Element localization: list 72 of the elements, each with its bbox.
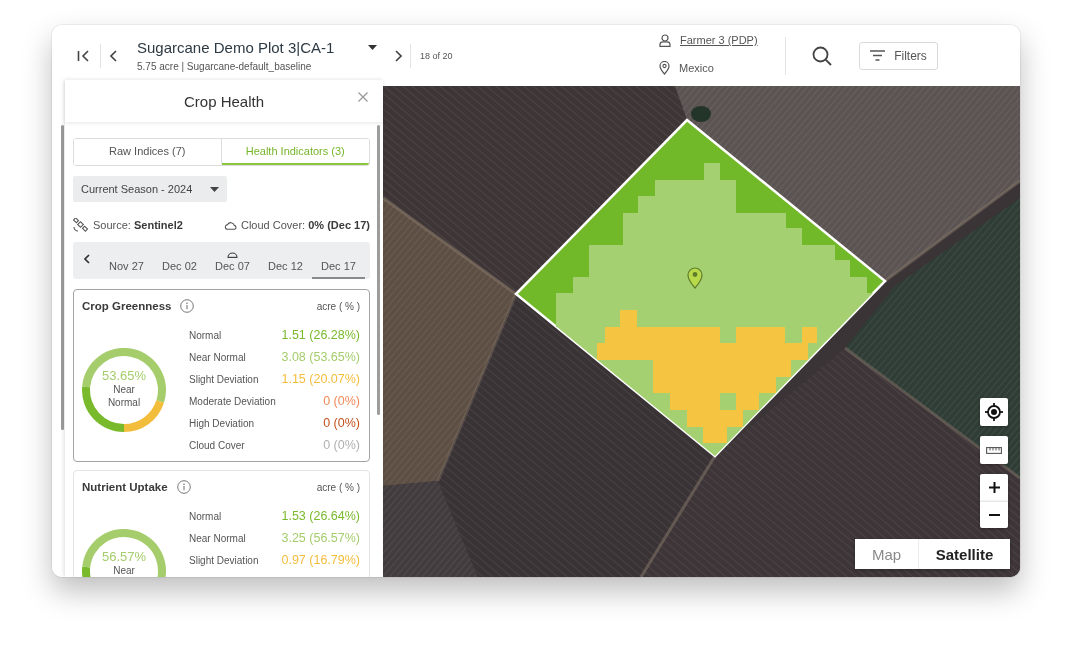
date-tab[interactable]: Nov 27 xyxy=(100,242,153,279)
chevron-right-icon[interactable] xyxy=(395,49,402,62)
tab[interactable]: Raw Indices (7) xyxy=(74,139,222,165)
person-icon xyxy=(659,33,671,47)
plus-icon xyxy=(988,482,1000,493)
category-label: Near Normal xyxy=(189,351,246,363)
category-label: Normal xyxy=(189,510,222,522)
close-icon[interactable] xyxy=(358,92,368,102)
category-label: Slight Deviation xyxy=(189,554,259,566)
date-tab[interactable]: Dec 12 xyxy=(259,242,312,279)
category-value: 1.15 (20.07%) xyxy=(281,372,360,386)
satellite-icon xyxy=(73,218,89,232)
category-value: 0 (0%) xyxy=(323,438,360,452)
chevron-left-icon[interactable] xyxy=(110,49,117,62)
donut-center-label: Near Normal xyxy=(106,383,142,409)
source-text: Source: Sentinel2 xyxy=(93,219,183,231)
caret-icon xyxy=(210,186,219,192)
category-value: 3.08 (53.65%) xyxy=(281,350,360,364)
category-value: 0.97 (16.79%) xyxy=(281,553,360,567)
category-label: Normal xyxy=(189,329,222,341)
category-label: Moderate Deviation xyxy=(189,395,276,407)
date-tab[interactable]: Dec 02 xyxy=(153,242,206,279)
farmer-link[interactable]: Farmer 3 (PDP) xyxy=(680,34,758,46)
unit-label: acre ( % ) xyxy=(316,300,360,312)
cloud-icon xyxy=(227,251,238,258)
category-value: 1.53 (26.64%) xyxy=(281,509,360,523)
donut-center-value: 56.57% xyxy=(101,550,147,564)
category-value: 1.51 (26.28%) xyxy=(281,328,360,342)
date-tab[interactable]: Dec 17 xyxy=(312,242,365,279)
ruler-icon xyxy=(986,446,1002,454)
target-icon xyxy=(985,403,1003,421)
map-type-option[interactable]: Satellite xyxy=(918,539,1010,569)
chevron-bar-left-icon[interactable] xyxy=(77,49,90,62)
location-pin-icon[interactable] xyxy=(687,267,703,289)
info-icon[interactable] xyxy=(176,480,191,494)
plot-title: Sugarcane Demo Plot 3|CA-1 xyxy=(137,39,335,56)
search-icon[interactable] xyxy=(812,45,832,66)
cloud-cover-text: Cloud Cover: 0% (Dec 17) xyxy=(240,219,370,231)
minus-icon xyxy=(988,514,1000,516)
page-counter: 18 of 20 xyxy=(420,50,453,61)
category-value: 0 (0%) xyxy=(323,394,360,408)
caret-icon[interactable] xyxy=(368,45,377,50)
locate-button[interactable] xyxy=(980,398,1008,426)
category-label: Near Normal xyxy=(189,532,246,544)
map-type-option[interactable]: Map xyxy=(855,539,918,569)
location-text: Mexico xyxy=(679,62,714,74)
chevron-left-icon[interactable] xyxy=(83,253,90,264)
filters-button[interactable]: Filters xyxy=(859,41,938,70)
unit-label: acre ( % ) xyxy=(316,481,360,493)
map-pin-icon xyxy=(659,61,670,75)
date-tab[interactable]: Dec 07 xyxy=(206,242,259,279)
info-icon[interactable] xyxy=(180,299,195,313)
measure-button[interactable] xyxy=(980,436,1008,464)
plot-subtitle: 5.75 acre | Sugarcane-default_baseline xyxy=(137,61,313,72)
zoom-out-button[interactable] xyxy=(980,501,1008,528)
category-label: Cloud Cover xyxy=(189,439,245,451)
zoom-in-button[interactable] xyxy=(980,474,1008,501)
crop-health-field[interactable] xyxy=(514,118,887,458)
scrollbar-thumb[interactable] xyxy=(61,125,64,430)
donut-center-value: 53.65% xyxy=(101,369,147,383)
category-value: 0 (0%) xyxy=(323,416,360,430)
card-title: Nutrient Uptake xyxy=(82,481,168,493)
season-dropdown[interactable]: Current Season - 2024 xyxy=(73,176,227,202)
panel-title: Crop Health xyxy=(183,92,264,110)
card-title: Crop Greenness xyxy=(82,300,172,312)
category-label: Slight Deviation xyxy=(189,373,259,385)
scrollbar-thumb[interactable] xyxy=(376,125,380,415)
category-label: High Deviation xyxy=(189,417,255,429)
filter-icon xyxy=(870,50,886,61)
cloud-icon xyxy=(223,220,237,230)
donut-center-label: Near xyxy=(113,564,135,577)
category-value: 3.25 (56.57%) xyxy=(281,531,360,545)
